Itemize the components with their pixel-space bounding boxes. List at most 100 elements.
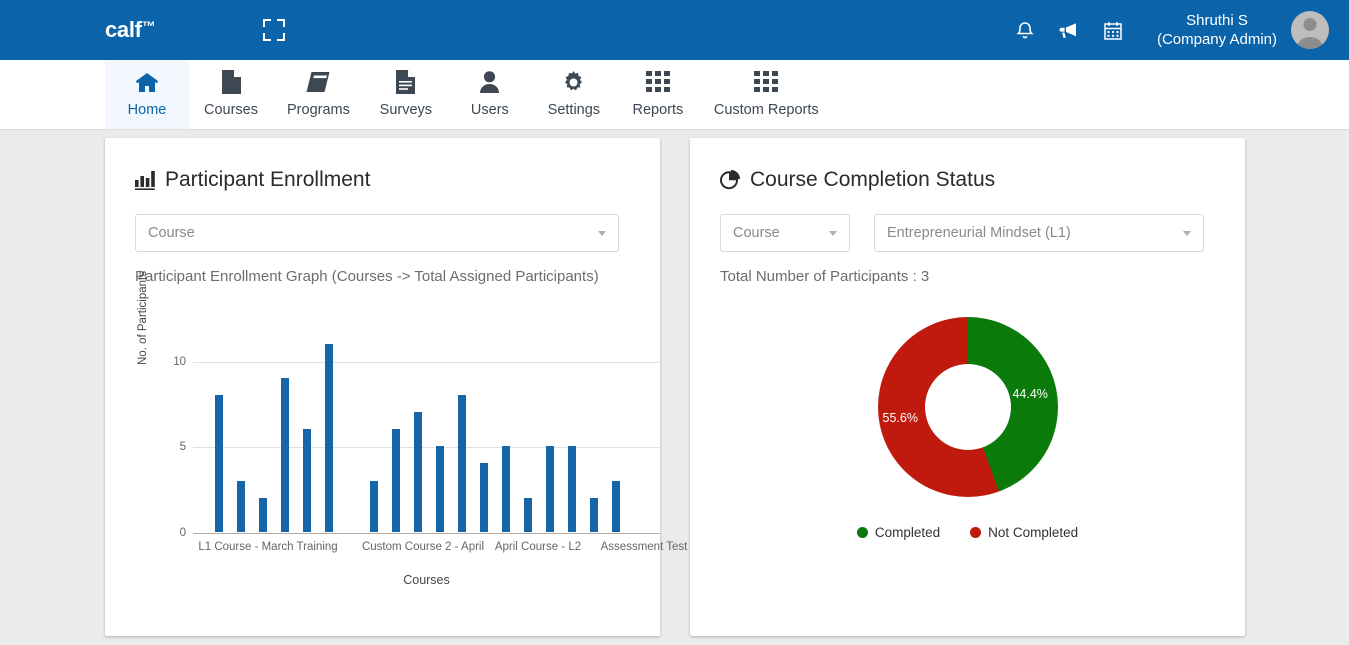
gear-icon [562, 69, 585, 95]
nav-label-courses: Courses [204, 102, 258, 118]
user-info[interactable]: Shruthi S (Company Admin) [1157, 11, 1277, 49]
nav-label-settings: Settings [547, 102, 601, 118]
completion-course-name-select[interactable]: Entrepreneurial Mindset (L1) [874, 214, 1204, 252]
legend-item-not-completed[interactable]: Not Completed [970, 525, 1078, 540]
bar-chart-x-tick: April Course - L2 [494, 541, 582, 553]
legend-dot-not-completed [970, 527, 982, 538]
announcements-icon[interactable] [1047, 21, 1091, 39]
notifications-icon[interactable] [1003, 20, 1047, 40]
total-participants-text: Total Number of Participants : 3 [720, 268, 930, 285]
bar-chart-bar[interactable] [370, 480, 378, 532]
course-type-select[interactable]: Course [135, 214, 619, 252]
nav-item-settings[interactable]: Settings [532, 60, 616, 129]
bar-chart-bar[interactable] [524, 497, 532, 532]
participant-enrollment-title: Participant Enrollment [135, 168, 630, 192]
nav-label-programs: Programs [287, 102, 350, 118]
avatar[interactable] [1291, 11, 1329, 49]
bar-chart-x-axis-title: Courses [403, 573, 450, 587]
fullscreen-icon[interactable] [263, 19, 286, 41]
user-name: Shruthi S [1186, 12, 1248, 29]
calendar-icon[interactable] [1091, 21, 1135, 40]
participant-enrollment-card: Participant Enrollment Course Participan… [105, 138, 687, 636]
nav-item-surveys[interactable]: Surveys [364, 60, 448, 129]
bar-chart-x-tick: Custom Course 2 - April [361, 541, 485, 553]
grid-icon [754, 69, 779, 95]
completion-course-type-value: Course [733, 225, 780, 241]
completion-course-name-value: Entrepreneurial Mindset (L1) [887, 225, 1071, 241]
course-completion-title: Course Completion Status [720, 168, 1215, 192]
enrollment-description: Participant Enrollment Graph (Courses ->… [135, 268, 599, 285]
participant-enrollment-chart: No. of Participants 0 5 10 L1 Course - Mar… [135, 271, 687, 613]
bar-chart-y-tick: 0 [179, 527, 186, 539]
nav-item-programs[interactable]: Programs [273, 60, 364, 129]
donut-legend: Completed Not Completed [720, 525, 1215, 540]
header-right-group: Shruthi S (Company Admin) [1003, 11, 1349, 49]
bar-chart-x-tick: Assessment Test [600, 541, 688, 553]
chevron-down-icon [598, 230, 606, 236]
bar-chart-x-tick: L1 Course - March Training [198, 541, 338, 553]
bar-chart-icon [135, 170, 155, 190]
course-type-select-value: Course [148, 225, 195, 241]
nav-label-users: Users [470, 102, 509, 118]
legend-label-not-completed: Not Completed [988, 525, 1079, 540]
brand-name: calf [105, 17, 142, 42]
bar-chart-bar[interactable] [612, 480, 620, 532]
bar-chart-bar[interactable] [590, 497, 598, 532]
legend-item-completed[interactable]: Completed [856, 525, 941, 540]
bar-chart-bar[interactable] [502, 446, 510, 532]
nav-label-reports: Reports [632, 102, 684, 118]
bar-chart-y-tick: 5 [179, 441, 186, 454]
bar-chart-bars [193, 336, 660, 532]
bar-chart-bar[interactable] [392, 429, 400, 532]
brand-trademark: ™ [141, 18, 156, 34]
enrollment-filters: Course [135, 214, 630, 252]
bar-chart-bar[interactable] [436, 446, 444, 532]
donut-slice-label-not-completed: 55.6% [882, 410, 918, 425]
nav-item-reports[interactable]: Reports [616, 60, 700, 129]
course-completion-chart: 44.4% 55.6% Completed Not Completed [720, 317, 1215, 577]
bar-chart-y-axis-title: No. of Participants [137, 271, 149, 365]
donut-slice-label-completed: 44.4% [1012, 387, 1048, 402]
nav-label-custom-reports: Custom Reports [713, 102, 819, 118]
nav-item-home[interactable]: Home [105, 60, 189, 129]
bar-chart-bar[interactable] [281, 377, 289, 532]
home-icon [135, 69, 159, 95]
bar-chart-plot-area: 0 5 10 [173, 336, 660, 539]
donut-center-hole [924, 364, 1011, 450]
bar-chart-bar[interactable] [546, 446, 554, 532]
bar-chart-y-tick: 10 [173, 355, 186, 368]
chevron-down-icon [1183, 230, 1191, 236]
card-title-text: Course Completion Status [750, 168, 996, 191]
bar-chart-bar[interactable] [215, 394, 223, 532]
nav-label-surveys: Surveys [379, 102, 433, 118]
bar-chart-bar[interactable] [325, 343, 333, 532]
grid-icon [645, 69, 670, 95]
app-logo[interactable]: calf™ [105, 17, 156, 42]
bar-chart-bar[interactable] [414, 412, 422, 532]
nav-label-home: Home [127, 102, 167, 118]
bar-chart-bar[interactable] [458, 394, 466, 532]
legend-dot-completed [856, 527, 868, 538]
chevron-down-icon [829, 230, 837, 236]
nav-item-custom-reports[interactable]: Custom Reports [700, 60, 833, 129]
bar-chart-bar[interactable] [259, 497, 267, 532]
file-icon [221, 69, 241, 95]
book-icon [306, 69, 331, 95]
legend-label-completed: Completed [874, 525, 941, 540]
completion-filters: Course Entrepreneurial Mindset (L1) [720, 214, 1215, 252]
nav-item-courses[interactable]: Courses [189, 60, 273, 129]
card-title-text: Participant Enrollment [165, 168, 371, 191]
user-icon [480, 69, 500, 95]
document-lines-icon [396, 69, 416, 95]
nav-item-users[interactable]: Users [448, 60, 532, 129]
main-navigation: Home Courses Programs Surveys Users Sett… [0, 60, 1349, 130]
user-role: (Company Admin) [1156, 31, 1277, 48]
bar-chart-bar[interactable] [237, 480, 245, 532]
dashboard-body: Participant Enrollment Course Participan… [0, 130, 1349, 645]
bar-chart-bar[interactable] [568, 446, 576, 532]
bar-chart-gridline [193, 533, 660, 534]
bar-chart-bar[interactable] [480, 463, 488, 532]
bar-chart-bar[interactable] [303, 429, 311, 532]
top-header-bar: calf™ Shruthi S (Company Admin) [0, 0, 1349, 60]
completion-course-type-select[interactable]: Course [720, 214, 850, 252]
